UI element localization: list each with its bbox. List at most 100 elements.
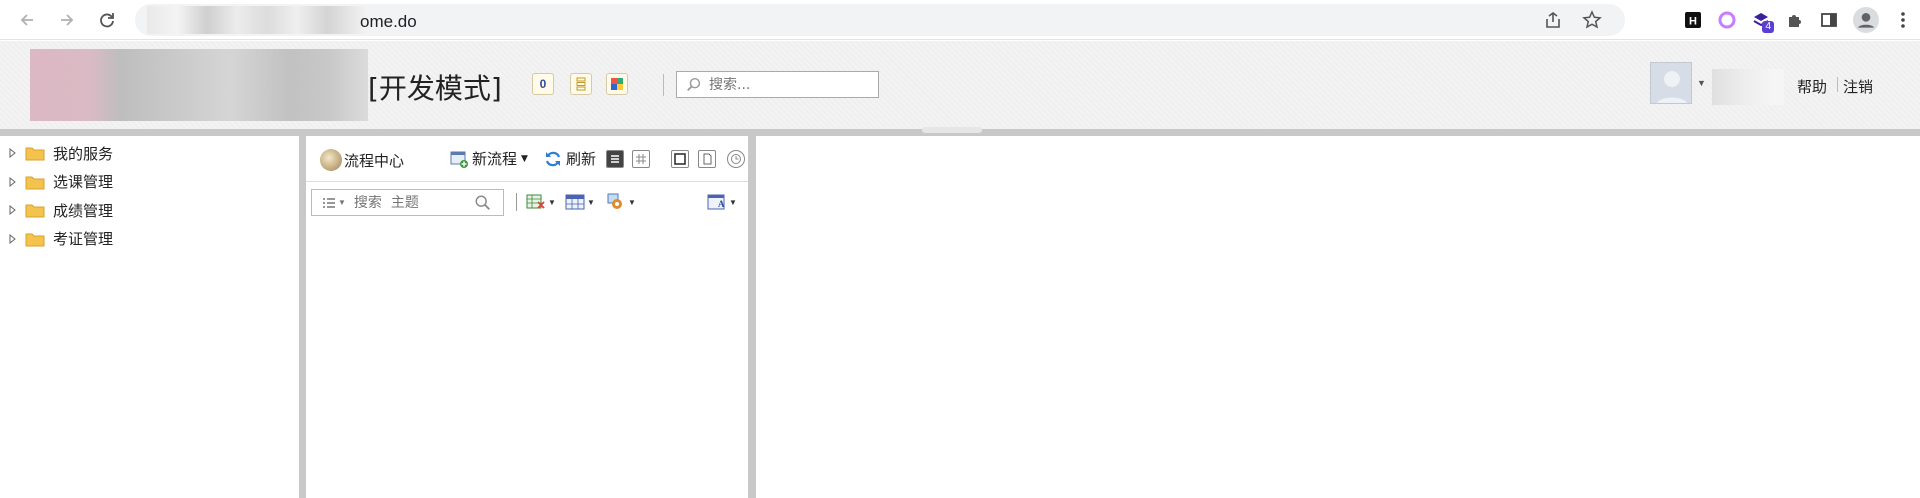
grid-view-icon	[636, 154, 646, 164]
app-header: [开发模式] 0 ▼ 帮助 注销	[0, 41, 1920, 129]
circle-extension-icon	[1718, 11, 1736, 29]
header-search-box[interactable]	[676, 71, 879, 98]
forward-button[interactable]	[47, 0, 87, 40]
header-search-input[interactable]	[709, 76, 869, 93]
tree-item-label: 选课管理	[53, 173, 114, 192]
puzzle-icon	[1789, 15, 1801, 27]
avatar-dropdown-caret[interactable]: ▼	[1697, 78, 1706, 88]
new-workflow-label: 新流程	[472, 150, 518, 168]
caret-icon: ▼	[628, 197, 636, 207]
tree-item-label: 我的服务	[53, 144, 114, 163]
excel-icon	[526, 194, 545, 209]
reload-icon	[100, 12, 114, 27]
table-icon	[565, 194, 585, 210]
font-settings-icon: A	[707, 194, 725, 210]
avatar[interactable]	[1650, 62, 1692, 104]
extension-badge: 4	[1762, 21, 1774, 33]
bookmark-star-icon[interactable]	[1582, 10, 1602, 30]
menu-kebab-icon	[1901, 12, 1905, 28]
url-redacted	[147, 6, 367, 34]
expand-arrow-icon[interactable]	[7, 176, 19, 188]
help-link[interactable]: 帮助	[1797, 76, 1827, 97]
tree-item-course-selection[interactable]: 选课管理	[0, 168, 299, 197]
logout-link[interactable]: 注销	[1843, 76, 1873, 97]
side-panel-button[interactable]	[1812, 0, 1846, 40]
batch-tools-button[interactable]: ▼	[606, 192, 636, 212]
expand-arrow-icon[interactable]	[7, 233, 19, 245]
toolbar-divider	[516, 193, 517, 211]
workflow-search-input[interactable]	[353, 194, 474, 211]
username-redacted	[1712, 69, 1784, 105]
expand-arrow-icon[interactable]	[7, 147, 19, 159]
folder-icon	[25, 233, 45, 247]
filter-caret-icon[interactable]: ▼	[338, 198, 346, 207]
refresh-button[interactable]: 刷新	[543, 148, 596, 169]
svg-text:A: A	[718, 199, 725, 209]
notification-count: 0	[539, 77, 547, 91]
back-button[interactable]	[7, 0, 47, 40]
filter-list-icon[interactable]	[322, 197, 336, 209]
window-icon	[674, 153, 686, 165]
window-view-button[interactable]	[671, 150, 689, 168]
middle-splitter[interactable]	[748, 136, 756, 498]
browser-menu-button[interactable]	[1886, 0, 1920, 40]
history-button[interactable]	[727, 150, 745, 168]
palette-icon	[611, 78, 623, 90]
address-bar[interactable]: ome.do	[135, 4, 1625, 36]
document-view-button[interactable]	[698, 150, 716, 168]
folder-icon	[25, 147, 45, 161]
list-view-icon	[611, 155, 619, 163]
header-link-divider	[1837, 77, 1838, 92]
tree-item-my-services[interactable]: 我的服务	[0, 139, 299, 168]
list-tool-button[interactable]	[570, 73, 592, 95]
list-view-button[interactable]	[606, 150, 624, 168]
workflow-search-box[interactable]: ▼	[311, 189, 504, 216]
palette-tool-button[interactable]	[606, 73, 628, 95]
search-icon[interactable]	[474, 194, 492, 212]
share-icon[interactable]	[1543, 10, 1563, 30]
notification-count-button[interactable]: 0	[532, 73, 554, 95]
h-extension-icon: H	[1685, 12, 1701, 28]
layers-extension[interactable]: 4	[1744, 0, 1778, 40]
caret-icon: ▼	[548, 197, 556, 207]
table-view-button[interactable]: ▼	[565, 192, 595, 212]
tree-item-label: 考证管理	[53, 230, 114, 249]
grid-view-button[interactable]	[632, 150, 650, 168]
navigation-tree: 我的服务 选课管理 成绩管理 考证管理	[0, 136, 299, 498]
tree-item-certification[interactable]: 考证管理	[0, 225, 299, 254]
font-settings-button[interactable]: A ▼	[707, 192, 737, 212]
new-workflow-button[interactable]: 新流程 ▼	[449, 148, 528, 169]
workflow-toolbar: 流程中心 新流程 ▼ 刷新	[306, 136, 748, 182]
workflow-center-label: 流程中心	[344, 151, 405, 170]
browser-toolbar: ome.do H 4	[0, 0, 1920, 40]
document-icon	[703, 153, 712, 165]
search-icon	[687, 77, 701, 91]
back-icon	[20, 13, 33, 26]
batch-tools-icon	[607, 193, 622, 209]
workflow-center-title[interactable]: 流程中心	[320, 149, 404, 171]
refresh-label: 刷新	[566, 150, 597, 168]
main-content-area	[756, 136, 1920, 498]
caret-icon: ▼	[729, 197, 737, 207]
tree-item-label: 成绩管理	[53, 201, 114, 220]
svg-text:H: H	[1689, 16, 1697, 28]
tree-item-grades[interactable]: 成绩管理	[0, 196, 299, 225]
caret-icon: ▼	[587, 197, 595, 207]
logo-redacted	[30, 49, 368, 121]
profile-button[interactable]	[1846, 0, 1886, 40]
circle-extension[interactable]	[1710, 0, 1744, 40]
left-splitter[interactable]	[299, 136, 306, 498]
header-collapse-handle[interactable]	[922, 127, 982, 133]
export-excel-button[interactable]: ▼	[526, 192, 556, 212]
h-extension[interactable]: H	[1676, 0, 1710, 40]
workflow-panel: 流程中心 新流程 ▼ 刷新 ▼ 搜索 主题 ▼ ▼ ▼ A ▼	[306, 136, 748, 498]
profile-icon	[1853, 7, 1879, 33]
new-workflow-icon	[450, 151, 468, 168]
expand-arrow-icon[interactable]	[7, 204, 19, 216]
avatar-icon	[1651, 63, 1691, 103]
dev-mode-label: [开发模式]	[368, 72, 502, 105]
forward-icon	[61, 13, 74, 26]
new-workflow-caret-icon: ▼	[521, 153, 528, 164]
reload-button[interactable]	[87, 0, 127, 40]
extensions-button[interactable]	[1778, 0, 1812, 40]
